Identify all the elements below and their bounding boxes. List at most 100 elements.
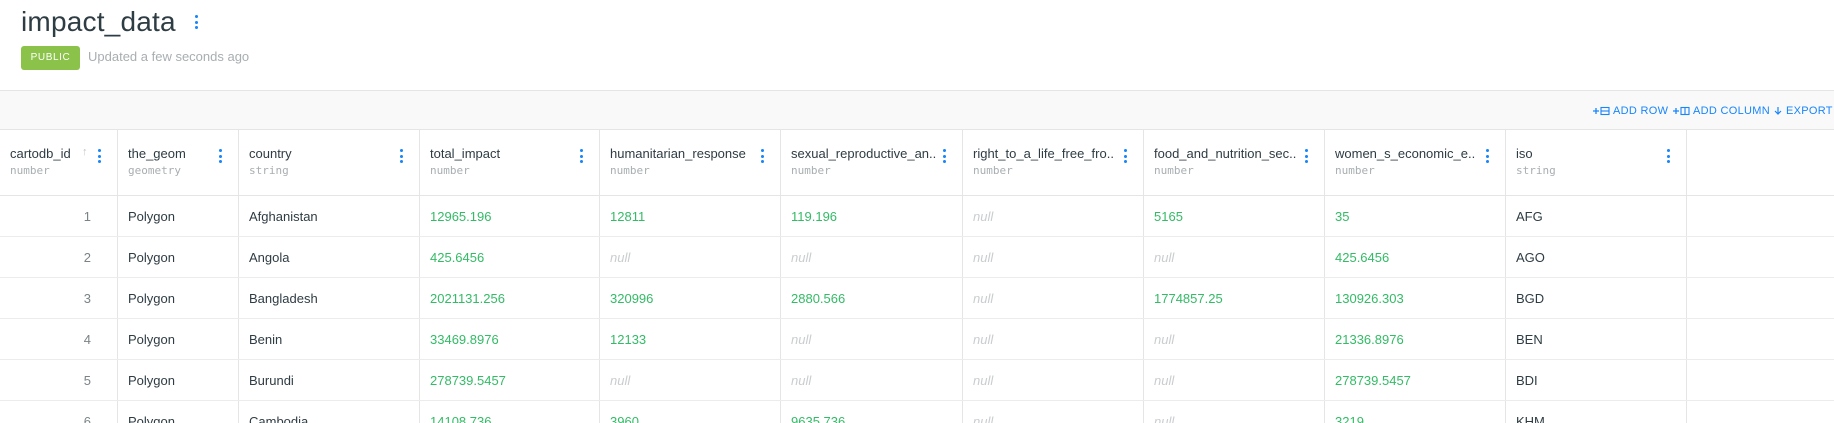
cell-humanitarian-response[interactable]: 12133 (600, 319, 781, 359)
column-header-right-to-a-life-free-fro[interactable]: right_to_a_life_free_fro.. number (963, 130, 1144, 195)
column-options-icon[interactable] (758, 146, 766, 164)
cell-sexual-reproductive-an[interactable]: 2880.566 (781, 278, 963, 318)
cell-right-to-a-life-free-fro[interactable]: null (963, 360, 1144, 400)
dataset-title[interactable]: impact_data (21, 6, 176, 38)
export-button[interactable]: EXPORT (1773, 105, 1833, 117)
cell-cartodb-id[interactable]: 6 (0, 401, 118, 423)
table-row[interactable]: 1 Polygon Afghanistan 12965.196 12811 119.196… (0, 196, 1834, 237)
column-header-sexual-reproductive-an[interactable]: sexual_reproductive_an.. number (781, 130, 963, 195)
cell-empty (1687, 196, 1834, 236)
table-row[interactable]: 2 Polygon Angola 425.6456 null null null null 42… (0, 237, 1834, 278)
cell-sexual-reproductive-an[interactable]: 9635.736 (781, 401, 963, 423)
column-header-iso[interactable]: iso string (1506, 130, 1687, 195)
cell-the-geom[interactable]: Polygon (118, 319, 239, 359)
cell-country[interactable]: Angola (239, 237, 420, 277)
cell-food-and-nutrition-sec[interactable]: null (1144, 401, 1325, 423)
cell-country[interactable]: Afghanistan (239, 196, 420, 236)
cell-total-impact[interactable]: 14108.736 (420, 401, 600, 423)
cell-cartodb-id[interactable]: 4 (0, 319, 118, 359)
table-header-row: cartodb_id ↑ number the_geom geometry country… (0, 130, 1834, 196)
add-column-button[interactable]: ADD COLUMN (1672, 105, 1770, 117)
cell-the-geom[interactable]: Polygon (118, 196, 239, 236)
cell-humanitarian-response[interactable]: null (600, 360, 781, 400)
cell-food-and-nutrition-sec[interactable]: null (1144, 237, 1325, 277)
sort-arrow-icon[interactable]: ↑ (82, 146, 88, 158)
cell-cartodb-id[interactable]: 1 (0, 196, 118, 236)
cell-sexual-reproductive-an[interactable]: 119.196 (781, 196, 963, 236)
cell-humanitarian-response[interactable]: 12811 (600, 196, 781, 236)
column-type: number (1335, 164, 1375, 177)
column-name: cartodb_id (10, 146, 71, 161)
cell-humanitarian-response[interactable]: null (600, 237, 781, 277)
cell-iso[interactable]: AFG (1506, 196, 1687, 236)
table-row[interactable]: 5 Polygon Burundi 278739.5457 null null null nu… (0, 360, 1834, 401)
cell-country[interactable]: Cambodia (239, 401, 420, 423)
cell-sexual-reproductive-an[interactable]: null (781, 237, 963, 277)
dataset-options-icon[interactable] (190, 12, 202, 34)
column-header-women-s-economic-e[interactable]: women_s_economic_e.. number (1325, 130, 1506, 195)
column-options-icon[interactable] (95, 146, 103, 164)
cell-women-s-economic-e[interactable]: 3219 (1325, 401, 1506, 423)
cell-right-to-a-life-free-fro[interactable]: null (963, 401, 1144, 423)
cell-cartodb-id[interactable]: 3 (0, 278, 118, 318)
cell-right-to-a-life-free-fro[interactable]: null (963, 278, 1144, 318)
cell-right-to-a-life-free-fro[interactable]: null (963, 237, 1144, 277)
column-header-food-and-nutrition-sec[interactable]: food_and_nutrition_sec.. number (1144, 130, 1325, 195)
column-header-humanitarian-response[interactable]: humanitarian_response number (600, 130, 781, 195)
column-header-country[interactable]: country string (239, 130, 420, 195)
cell-the-geom[interactable]: Polygon (118, 401, 239, 423)
column-header-total-impact[interactable]: total_impact number (420, 130, 600, 195)
cell-humanitarian-response[interactable]: 320996 (600, 278, 781, 318)
cell-total-impact[interactable]: 2021131.256 (420, 278, 600, 318)
cell-the-geom[interactable]: Polygon (118, 278, 239, 318)
cell-sexual-reproductive-an[interactable]: null (781, 360, 963, 400)
cell-iso[interactable]: BDI (1506, 360, 1687, 400)
cell-food-and-nutrition-sec[interactable]: 1774857.25 (1144, 278, 1325, 318)
cell-total-impact[interactable]: 12965.196 (420, 196, 600, 236)
cell-country[interactable]: Burundi (239, 360, 420, 400)
column-options-icon[interactable] (397, 146, 405, 164)
add-row-button[interactable]: ADD ROW (1592, 105, 1668, 117)
column-options-icon[interactable] (1121, 146, 1129, 164)
cell-country[interactable]: Benin (239, 319, 420, 359)
table-row[interactable]: 6 Polygon Cambodia 14108.736 3960 9635.736 nul… (0, 401, 1834, 423)
cell-humanitarian-response[interactable]: 3960 (600, 401, 781, 423)
cell-right-to-a-life-free-fro[interactable]: null (963, 196, 1144, 236)
cell-food-and-nutrition-sec[interactable]: null (1144, 360, 1325, 400)
column-options-icon[interactable] (1302, 146, 1310, 164)
cell-total-impact[interactable]: 425.6456 (420, 237, 600, 277)
cell-cartodb-id[interactable]: 2 (0, 237, 118, 277)
cell-total-impact[interactable]: 33469.8976 (420, 319, 600, 359)
cell-iso[interactable]: KHM (1506, 401, 1687, 423)
cell-empty (1687, 278, 1834, 318)
privacy-badge[interactable]: PUBLIC (21, 46, 80, 70)
column-options-icon[interactable] (216, 146, 224, 164)
cell-cartodb-id[interactable]: 5 (0, 360, 118, 400)
column-options-icon[interactable] (940, 146, 948, 164)
cell-iso[interactable]: AGO (1506, 237, 1687, 277)
cell-women-s-economic-e[interactable]: 130926.303 (1325, 278, 1506, 318)
column-header-the-geom[interactable]: the_geom geometry (118, 130, 239, 195)
cell-right-to-a-life-free-fro[interactable]: null (963, 319, 1144, 359)
cell-women-s-economic-e[interactable]: 278739.5457 (1325, 360, 1506, 400)
cell-food-and-nutrition-sec[interactable]: 5165 (1144, 196, 1325, 236)
column-header-cartodb-id[interactable]: cartodb_id ↑ number (0, 130, 118, 195)
cell-food-and-nutrition-sec[interactable]: null (1144, 319, 1325, 359)
cell-women-s-economic-e[interactable]: 21336.8976 (1325, 319, 1506, 359)
cell-sexual-reproductive-an[interactable]: null (781, 319, 963, 359)
column-name: sexual_reproductive_an.. (791, 146, 937, 161)
cell-iso[interactable]: BGD (1506, 278, 1687, 318)
column-options-icon[interactable] (1483, 146, 1491, 164)
cell-the-geom[interactable]: Polygon (118, 360, 239, 400)
column-options-icon[interactable] (1664, 146, 1672, 164)
cell-country[interactable]: Bangladesh (239, 278, 420, 318)
cell-women-s-economic-e[interactable]: 425.6456 (1325, 237, 1506, 277)
cell-total-impact[interactable]: 278739.5457 (420, 360, 600, 400)
column-options-icon[interactable] (577, 146, 585, 164)
cell-iso[interactable]: BEN (1506, 319, 1687, 359)
column-type: string (1516, 164, 1556, 177)
cell-women-s-economic-e[interactable]: 35 (1325, 196, 1506, 236)
table-row[interactable]: 3 Polygon Bangladesh 2021131.256 320996 2880.… (0, 278, 1834, 319)
cell-the-geom[interactable]: Polygon (118, 237, 239, 277)
table-row[interactable]: 4 Polygon Benin 33469.8976 12133 null null null… (0, 319, 1834, 360)
